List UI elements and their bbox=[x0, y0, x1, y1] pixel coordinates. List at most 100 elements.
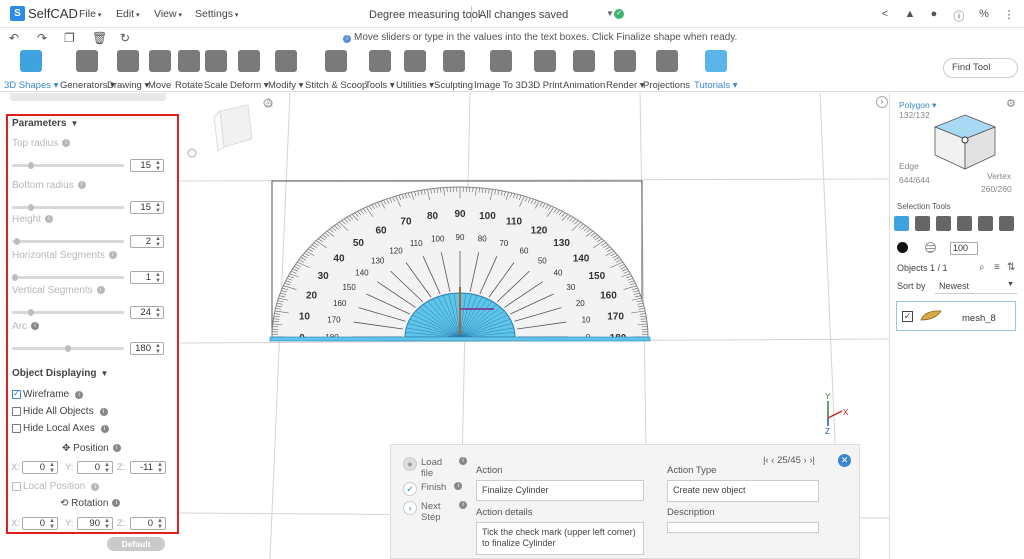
param-value-input[interactable]: 2 ▲ ▼ bbox=[130, 235, 164, 248]
param-value-input[interactable]: 15 ▲ ▼ bbox=[130, 159, 164, 172]
select-edge-icon[interactable] bbox=[936, 216, 951, 231]
param-slider[interactable] bbox=[12, 274, 124, 281]
local-position-checkbox[interactable]: Local Position i bbox=[12, 481, 100, 492]
object-list-item[interactable]: ✓ mesh_8 bbox=[896, 301, 1016, 331]
info-icon[interactable]: i bbox=[459, 457, 467, 465]
toolbar-3d-shapes[interactable]: 3D Shapes ▾ bbox=[4, 50, 58, 91]
param-slider[interactable] bbox=[12, 309, 124, 316]
selection-mode-cube[interactable] bbox=[930, 105, 1000, 175]
info-icon[interactable]: i bbox=[62, 139, 71, 148]
toolbar-deform[interactable]: Deform ▾ bbox=[230, 50, 269, 91]
toolbar-scale[interactable]: Scale bbox=[204, 50, 228, 91]
info-icon[interactable]: i bbox=[31, 322, 39, 331]
user-icon[interactable]: ● bbox=[928, 8, 940, 20]
redo-icon[interactable]: ↷ bbox=[37, 31, 47, 45]
position-z-input[interactable]: -11 ▲ ▼ bbox=[130, 461, 166, 474]
rotation-z-input[interactable]: 0 ▲ ▼ bbox=[130, 517, 166, 530]
protractor-model[interactable]: 0102030405060708090100110120130140150160… bbox=[269, 186, 651, 344]
chevron-down-icon[interactable]: ▼ bbox=[606, 9, 614, 18]
spinner-icon[interactable]: ▲ ▼ bbox=[155, 307, 161, 319]
first-step-icon[interactable]: |‹ bbox=[763, 455, 769, 466]
info-icon[interactable]: i bbox=[459, 501, 467, 509]
vertex-label[interactable]: Vertex bbox=[987, 171, 1011, 181]
rotation-y-input[interactable]: 90 ▲ ▼ bbox=[77, 517, 113, 530]
view-cube[interactable] bbox=[213, 104, 253, 152]
menu-settings[interactable]: Settings bbox=[195, 8, 238, 20]
toolbar-modify[interactable]: Modify ▾ bbox=[268, 50, 303, 91]
param-slider[interactable] bbox=[12, 345, 124, 352]
checkbox-box[interactable] bbox=[12, 407, 21, 416]
gear-icon[interactable]: ⚙ bbox=[1006, 97, 1016, 110]
edge-label[interactable]: Edge bbox=[899, 161, 919, 171]
spinner-icon[interactable]: ▲ ▼ bbox=[155, 160, 161, 172]
info-icon[interactable]: i bbox=[44, 215, 53, 224]
slider-handle[interactable] bbox=[27, 162, 34, 169]
collapse-panel-icon[interactable]: › bbox=[876, 96, 888, 108]
param-value-input[interactable]: 15 ▲ ▼ bbox=[130, 201, 164, 214]
checkbox-box[interactable] bbox=[12, 424, 21, 433]
select-face-icon[interactable] bbox=[915, 216, 930, 231]
param-value-input[interactable]: 1 ▲ ▼ bbox=[130, 271, 164, 284]
toolbar-3d-print[interactable]: 3D Print bbox=[528, 50, 562, 91]
units-icon[interactable]: % bbox=[978, 8, 990, 20]
toolbar-sculpting[interactable]: Sculpting bbox=[434, 50, 473, 91]
logo[interactable]: S SelfCAD bbox=[10, 6, 78, 21]
toolbar-rotate[interactable]: Rotate bbox=[175, 50, 203, 91]
info-icon[interactable]: i bbox=[91, 482, 100, 491]
share-icon[interactable]: < bbox=[879, 8, 891, 20]
slider-handle[interactable] bbox=[65, 345, 71, 352]
info-icon[interactable]: i bbox=[100, 424, 109, 433]
spinner-icon[interactable]: ▲ ▼ bbox=[49, 518, 55, 530]
hide-all-objects-checkbox[interactable]: Hide All Objects i bbox=[12, 406, 108, 417]
select-object-icon[interactable] bbox=[894, 216, 909, 231]
info-icon[interactable]: i bbox=[108, 251, 117, 260]
prev-step-icon[interactable]: ‹ bbox=[771, 455, 774, 466]
hide-local-axes-checkbox[interactable]: Hide Local Axes i bbox=[12, 423, 109, 434]
next-step-icon[interactable]: › bbox=[804, 455, 807, 466]
checkbox-box[interactable] bbox=[12, 482, 21, 491]
select-vertex-icon[interactable] bbox=[957, 216, 972, 231]
object-displaying-header[interactable]: Object Displaying ▼ bbox=[12, 368, 108, 379]
find-tool-input[interactable]: Find Tool bbox=[943, 58, 1018, 78]
opacity-input[interactable]: 100 bbox=[950, 242, 978, 255]
more-icon[interactable]: ⋮ bbox=[1003, 8, 1015, 21]
position-x-input[interactable]: 0 ▲ ▼ bbox=[22, 461, 58, 474]
spinner-icon[interactable]: ▲ ▼ bbox=[157, 518, 163, 530]
object-visibility-checkbox[interactable]: ✓ bbox=[902, 311, 913, 322]
info-icon[interactable]: i bbox=[112, 499, 121, 508]
wireframe-checkbox[interactable]: Wireframe i bbox=[12, 388, 84, 400]
menu-edit[interactable]: Edit bbox=[116, 8, 140, 20]
menu-view[interactable]: View bbox=[154, 8, 182, 20]
spinner-icon[interactable]: ▲ ▼ bbox=[157, 462, 163, 474]
undo-icon[interactable]: ↶ bbox=[9, 31, 19, 45]
last-step-icon[interactable]: ›| bbox=[809, 455, 815, 466]
param-slider[interactable] bbox=[12, 238, 124, 245]
param-value-input[interactable]: 180 ▲ ▼ bbox=[130, 342, 164, 355]
param-slider[interactable] bbox=[12, 204, 124, 211]
save-status[interactable]: All changes saved bbox=[479, 9, 568, 21]
default-values-button[interactable]: Default Values bbox=[107, 537, 165, 559]
delete-icon[interactable]: 🗑 bbox=[92, 31, 107, 45]
spinner-icon[interactable]: ▲ ▼ bbox=[155, 272, 161, 284]
info-icon[interactable]: i bbox=[454, 482, 463, 490]
toolbar-projections[interactable]: Projections bbox=[643, 50, 690, 91]
info-icon[interactable]: i bbox=[96, 286, 105, 295]
select-paint-icon[interactable] bbox=[999, 216, 1014, 231]
rotation-x-input[interactable]: 0 ▲ ▼ bbox=[22, 517, 58, 530]
toolbar-tutorials[interactable]: Tutorials ▾ bbox=[694, 50, 737, 91]
spinner-icon[interactable]: ▲ ▼ bbox=[104, 462, 110, 474]
tutorial-step-next[interactable]: › Next Step i bbox=[403, 501, 467, 523]
slider-handle[interactable] bbox=[27, 204, 34, 211]
close-icon[interactable]: ✕ bbox=[838, 454, 851, 467]
spinner-icon[interactable]: ▲ ▼ bbox=[104, 518, 110, 530]
param-value-input[interactable]: 24 ▲ ▼ bbox=[130, 306, 164, 319]
info-icon[interactable]: i bbox=[77, 181, 86, 190]
tutorial-step-load-file[interactable]: ● Load file i bbox=[403, 457, 467, 479]
spinner-icon[interactable]: ▲ ▼ bbox=[155, 202, 161, 214]
toolbar-utilities[interactable]: Utilities ▾ bbox=[396, 50, 434, 91]
slider-handle[interactable] bbox=[27, 309, 34, 316]
refresh-icon[interactable]: ↻ bbox=[120, 31, 130, 45]
color-picker[interactable] bbox=[897, 242, 908, 253]
toolbar-move[interactable]: Move bbox=[148, 50, 171, 91]
toolbar-render[interactable]: Render ▾ bbox=[606, 50, 645, 91]
